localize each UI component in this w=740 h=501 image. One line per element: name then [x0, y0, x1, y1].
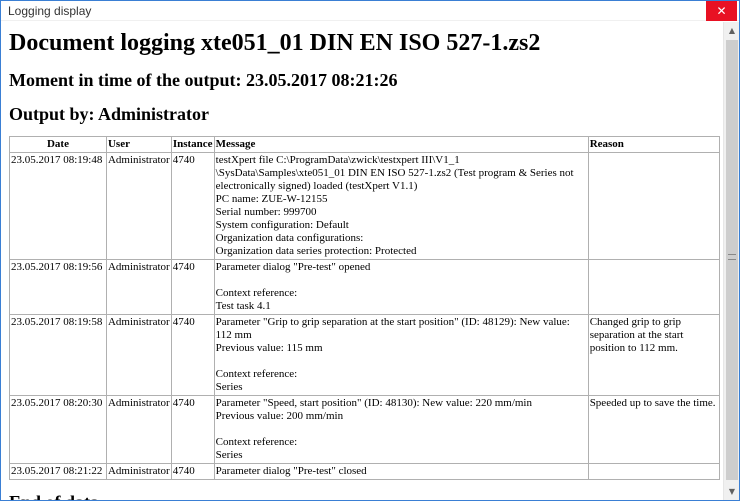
log-table: Date User Instance Message Reason 23.05.… — [9, 136, 721, 480]
cell-reason: Changed grip to grip separation at the s… — [587, 314, 721, 396]
message-line: \SysData\Samples\xte051_01 DIN EN ISO 52… — [215, 167, 574, 192]
cell-user: Administrator — [105, 314, 172, 396]
message-line: Parameter "Grip to grip separation at th… — [215, 316, 570, 341]
message-line: Organization data configurations: — [215, 232, 364, 244]
cell-user: Administrator — [105, 463, 172, 480]
end-of-data: End of data — [9, 491, 723, 500]
cell-user: Administrator — [105, 152, 172, 260]
message-line: Previous value: 115 mm — [215, 342, 323, 354]
close-button[interactable]: ✕ — [706, 0, 737, 21]
window-title: Logging display — [8, 3, 92, 18]
message-line: Context reference: — [215, 436, 298, 448]
column-header-instance: Instance — [170, 136, 215, 153]
cell-reason — [587, 259, 721, 315]
cell-message: Parameter dialog "Pre-test" opened Conte… — [213, 259, 589, 315]
cell-message: Parameter "Speed, start position" (ID: 4… — [213, 395, 589, 464]
cell-message: Parameter "Grip to grip separation at th… — [213, 314, 589, 396]
cell-date: 23.05.2017 08:21:22 — [9, 463, 107, 480]
cell-reason: Speeded up to save the time. — [587, 395, 721, 464]
scroll-down-arrow-icon[interactable]: ▼ — [724, 483, 740, 500]
message-line: System configuration: Default — [215, 219, 349, 231]
message-line: PC name: ZUE-W-12155 — [215, 193, 328, 205]
document-heading: Document logging xte051_01 DIN EN ISO 52… — [9, 30, 541, 56]
cell-message: Parameter dialog "Pre-test" closed — [213, 463, 589, 480]
cell-instance: 4740 — [170, 463, 215, 480]
output-moment: Moment in time of the output: 23.05.2017… — [9, 70, 398, 90]
table-header-row: Date User Instance Message Reason — [9, 136, 721, 153]
message-line: Test task 4.1 — [215, 300, 271, 312]
column-header-reason: Reason — [587, 136, 721, 153]
cell-reason — [587, 463, 721, 480]
title-bar[interactable]: Logging display ✕ — [1, 0, 739, 21]
cell-instance: 4740 — [170, 395, 215, 464]
table-row: 23.05.2017 08:19:58 Administrator 4740 P… — [9, 314, 721, 396]
cell-date: 23.05.2017 08:19:48 — [9, 152, 107, 260]
column-header-message: Message — [213, 136, 589, 153]
cell-instance: 4740 — [170, 259, 215, 315]
output-by: Output by: Administrator — [9, 104, 210, 124]
cell-instance: 4740 — [170, 314, 215, 396]
message-line: Organization data series protection: Pro… — [215, 245, 417, 257]
scroll-up-arrow-icon[interactable]: ▲ — [724, 22, 740, 39]
message-line: Parameter dialog "Pre-test" opened — [215, 261, 371, 273]
message-line: Previous value: 200 mm/min — [215, 410, 344, 422]
column-header-date: Date — [9, 136, 107, 153]
message-line: Series — [215, 449, 243, 461]
cell-user: Administrator — [105, 395, 172, 464]
cell-date: 23.05.2017 08:19:58 — [9, 314, 107, 396]
message-line: Context reference: — [215, 368, 298, 380]
message-line: Parameter dialog "Pre-test" closed — [215, 465, 367, 477]
vertical-scrollbar[interactable]: ▲ ▼ — [723, 22, 739, 500]
scrollbar-thumb[interactable] — [726, 40, 738, 480]
cell-reason — [587, 152, 721, 260]
table-row: 23.05.2017 08:19:56 Administrator 4740 P… — [9, 259, 721, 315]
cell-date: 23.05.2017 08:19:56 — [9, 259, 107, 315]
table-row: 23.05.2017 08:20:30 Administrator 4740 P… — [9, 395, 721, 464]
message-line: Parameter "Speed, start position" (ID: 4… — [215, 397, 532, 409]
message-line: Context reference: — [215, 287, 298, 299]
cell-message: testXpert file C:\ProgramData\zwick\test… — [213, 152, 589, 260]
message-line: Series — [215, 381, 243, 393]
message-line: Serial number: 999700 — [215, 206, 317, 218]
column-header-user: User — [105, 136, 172, 153]
scrollbar-grip-icon — [728, 254, 736, 260]
cell-user: Administrator — [105, 259, 172, 315]
table-row: 23.05.2017 08:19:48 Administrator 4740 t… — [9, 152, 721, 260]
cell-date: 23.05.2017 08:20:30 — [9, 395, 107, 464]
document-content: Document logging xte051_01 DIN EN ISO 52… — [1, 22, 723, 500]
logging-display-window: Logging display ✕ Document logging xte05… — [0, 0, 740, 501]
cell-instance: 4740 — [170, 152, 215, 260]
table-row: 23.05.2017 08:21:22 Administrator 4740 P… — [9, 463, 721, 480]
message-line: testXpert file C:\ProgramData\zwick\test… — [215, 154, 460, 166]
close-icon: ✕ — [716, 3, 727, 18]
